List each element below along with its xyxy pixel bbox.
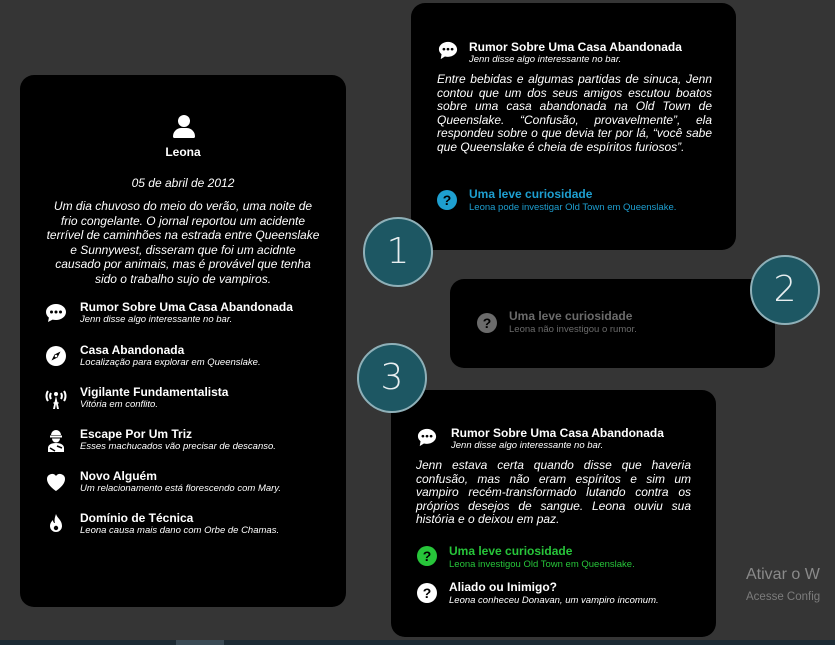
card-title: Rumor Sobre Uma Casa Abandonada bbox=[451, 426, 664, 440]
avatar bbox=[20, 115, 346, 139]
option-title[interactable]: Aliado ou Inimigo? bbox=[449, 580, 557, 594]
activation-watermark-title: Ativar o W bbox=[746, 566, 820, 583]
chat-bubble-icon bbox=[438, 41, 458, 60]
compass-icon bbox=[46, 346, 66, 366]
event-new-someone[interactable]: Novo Alguém Um relacionamento está flore… bbox=[44, 469, 334, 505]
card-subtitle: Jenn disse algo interessante no bar. bbox=[469, 54, 622, 65]
event-title: Vigilante Fundamentalista bbox=[80, 385, 229, 399]
chat-bubble-icon bbox=[417, 428, 437, 447]
option-subtitle: Leona pode investigar Old Town em Queens… bbox=[469, 202, 677, 213]
option-title[interactable]: Uma leve curiosidade bbox=[509, 309, 632, 323]
option-subtitle: Leona investigou Old Town em Queenslake. bbox=[449, 559, 635, 570]
heart-icon bbox=[47, 474, 65, 491]
option-title[interactable]: Uma leve curiosidade bbox=[469, 187, 592, 201]
event-vigilante[interactable]: Vigilante Fundamentalista Vitória em con… bbox=[44, 385, 334, 421]
activation-watermark-subtitle: Acesse Config bbox=[746, 591, 821, 603]
event-title: Rumor Sobre Uma Casa Abandonada bbox=[80, 300, 293, 314]
option-title[interactable]: Uma leve curiosidade bbox=[449, 544, 572, 558]
question-icon: ? bbox=[477, 313, 497, 333]
broadcast-person-icon bbox=[45, 390, 67, 409]
card-body: Jenn estava certa quando disse que haver… bbox=[416, 458, 691, 526]
rumor-card-2: ? Uma leve curiosidade Leona não investi… bbox=[450, 279, 775, 368]
person-icon bbox=[173, 115, 195, 139]
event-escape[interactable]: Escape Por Um Triz Esses machucados vão … bbox=[44, 427, 334, 463]
character-card: Leona 05 de abril de 2012 Um dia chuvoso… bbox=[20, 75, 346, 607]
option-subtitle: Leona não investigou o rumor. bbox=[509, 324, 637, 335]
event-subtitle: Um relacionamento está florescendo com M… bbox=[80, 483, 281, 494]
question-icon: ? bbox=[417, 583, 437, 603]
injured-person-icon bbox=[48, 430, 64, 452]
event-title: Escape Por Um Triz bbox=[80, 427, 193, 441]
step-badge-3: 3 bbox=[357, 343, 427, 413]
story-date: 05 de abril de 2012 bbox=[131, 176, 235, 190]
card-subtitle: Jenn disse algo interessante no bar. bbox=[451, 440, 604, 451]
event-title: Domínio de Técnica bbox=[80, 511, 194, 525]
event-subtitle: Vitória em conflito. bbox=[80, 399, 158, 410]
flame-icon bbox=[50, 514, 62, 532]
event-technique[interactable]: Domínio de Técnica Leona causa mais dano… bbox=[44, 511, 334, 547]
story-text: Um dia chuvoso do meio do verão, uma noi… bbox=[46, 199, 320, 286]
event-abandoned-house[interactable]: Casa Abandonada Localização para explora… bbox=[44, 343, 334, 379]
taskbar-item[interactable] bbox=[176, 640, 224, 645]
rumor-card-1: Rumor Sobre Uma Casa Abandonada Jenn dis… bbox=[411, 3, 736, 250]
taskbar bbox=[0, 640, 835, 645]
step-badge-1: 1 bbox=[363, 217, 433, 287]
option-subtitle: Leona conheceu Donavan, um vampiro incom… bbox=[449, 595, 659, 606]
event-subtitle: Jenn disse algo interessante no bar. bbox=[80, 314, 233, 325]
event-subtitle: Esses machucados vão precisar de descans… bbox=[80, 441, 276, 452]
event-subtitle: Localização para explorar em Queenslake. bbox=[80, 357, 261, 368]
rumor-card-3: Rumor Sobre Uma Casa Abandonada Jenn dis… bbox=[391, 390, 716, 637]
question-icon: ? bbox=[437, 190, 457, 210]
card-body: Entre bebidas e algumas partidas de sinu… bbox=[437, 72, 712, 154]
event-title: Novo Alguém bbox=[80, 469, 157, 483]
event-subtitle: Leona causa mais dano com Orbe de Chamas… bbox=[80, 525, 280, 536]
step-badge-2: 2 bbox=[750, 255, 820, 325]
event-title: Casa Abandonada bbox=[80, 343, 185, 357]
card-title: Rumor Sobre Uma Casa Abandonada bbox=[469, 40, 682, 54]
question-icon: ? bbox=[417, 546, 437, 566]
event-rumor[interactable]: Rumor Sobre Uma Casa Abandonada Jenn dis… bbox=[44, 300, 334, 336]
chat-bubble-icon bbox=[46, 304, 66, 322]
character-name: Leona bbox=[165, 145, 201, 159]
